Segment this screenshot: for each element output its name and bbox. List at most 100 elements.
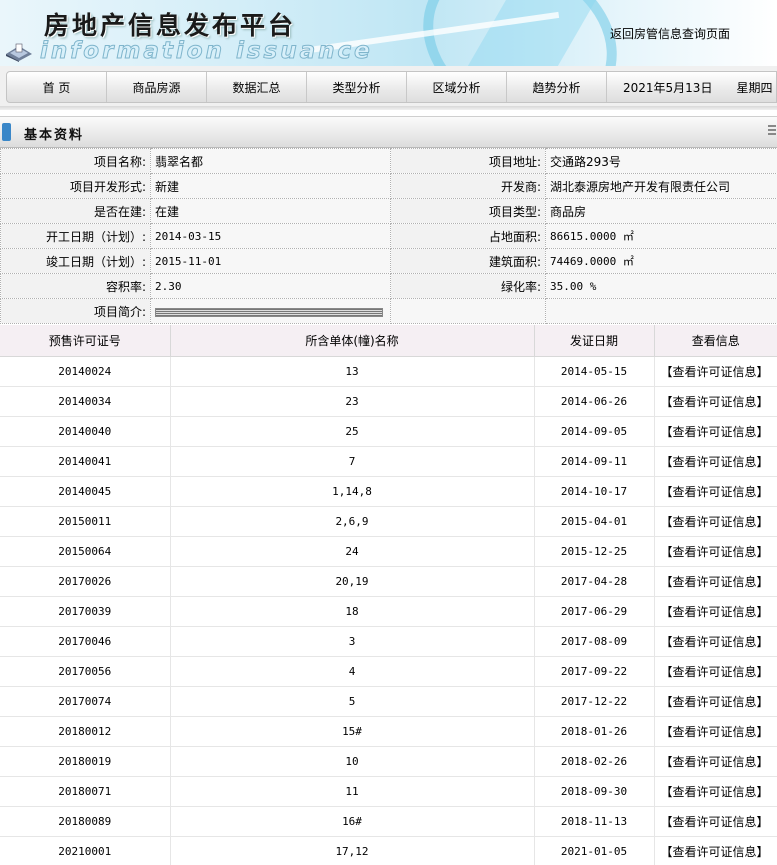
table-row: 20180012 15# 2018-01-26 【查看许可证信息】 <box>0 716 777 747</box>
end-date-label: 竣工日期（计划）: <box>0 248 151 274</box>
issue-date: 2017-06-29 <box>533 596 654 627</box>
far-value: 2.30 <box>150 273 391 299</box>
main-nav: 首 页 商品房源 数据汇总 类型分析 区域分析 趋势分析 2021年5月13日 … <box>6 71 777 103</box>
view-permit-cell: 【查看许可证信息】 <box>653 716 777 747</box>
view-permit-link[interactable]: 【查看许可证信息】 <box>661 845 769 859</box>
building-area-label: 建筑面积: <box>390 248 546 274</box>
intro-placeholder-bar <box>155 307 383 317</box>
building-names: 1,14,8 <box>169 476 534 507</box>
dev-form-value: 新建 <box>150 173 391 199</box>
info-row: 竣工日期（计划）: 2015-11-01 建筑面积: 74469.0000 ㎡ <box>0 248 777 274</box>
project-type-label: 项目类型: <box>390 198 546 224</box>
table-row: 20170039 18 2017-06-29 【查看许可证信息】 <box>0 596 777 627</box>
permit-number: 20180089 <box>0 806 170 837</box>
info-row: 项目简介: <box>0 298 777 324</box>
view-permit-link[interactable]: 【查看许可证信息】 <box>661 515 769 529</box>
info-row: 项目名称: 翡翠名都 项目地址: 交通路293号 <box>0 148 777 174</box>
building-area-value: 74469.0000 ㎡ <box>545 248 777 274</box>
nav-item-listings[interactable]: 商品房源 <box>107 72 207 102</box>
view-permit-cell: 【查看许可证信息】 <box>653 506 777 537</box>
info-row: 开工日期（计划）: 2014-03-15 占地面积: 86615.0000 ㎡ <box>0 223 777 249</box>
issue-date: 2014-05-15 <box>533 356 654 387</box>
end-date-value: 2015-11-01 <box>150 248 391 274</box>
header-permit-no: 预售许可证号 <box>0 325 170 357</box>
empty-cell <box>390 298 546 324</box>
table-row: 20180019 10 2018-02-26 【查看许可证信息】 <box>0 746 777 777</box>
table-row: 20170056 4 2017-09-22 【查看许可证信息】 <box>0 656 777 687</box>
table-row: 20180089 16# 2018-11-13 【查看许可证信息】 <box>0 806 777 837</box>
permit-number: 20140041 <box>0 446 170 477</box>
view-permit-link[interactable]: 【查看许可证信息】 <box>661 695 769 709</box>
issue-date: 2018-11-13 <box>533 806 654 837</box>
permit-number: 20150011 <box>0 506 170 537</box>
table-row: 20140040 25 2014-09-05 【查看许可证信息】 <box>0 416 777 447</box>
building-names: 3 <box>169 626 534 657</box>
building-names: 10 <box>169 746 534 777</box>
view-permit-link[interactable]: 【查看许可证信息】 <box>661 485 769 499</box>
building-names: 23 <box>169 386 534 417</box>
view-permit-link[interactable]: 【查看许可证信息】 <box>661 605 769 619</box>
nav-item-region-analysis[interactable]: 区域分析 <box>407 72 507 102</box>
land-area-value: 86615.0000 ㎡ <box>545 223 777 249</box>
view-permit-link[interactable]: 【查看许可证信息】 <box>661 425 769 439</box>
view-permit-link[interactable]: 【查看许可证信息】 <box>661 665 769 679</box>
info-row: 容积率: 2.30 绿化率: 35.00 % <box>0 273 777 299</box>
permits-table: 预售许可证号 所含单体(幢)名称 发证日期 查看信息 20140024 13 201… <box>0 325 777 865</box>
view-permit-cell: 【查看许可证信息】 <box>653 596 777 627</box>
view-permit-cell: 【查看许可证信息】 <box>653 806 777 837</box>
return-link[interactable]: 返回房管信息查询页面 <box>610 25 730 42</box>
permit-number: 20170046 <box>0 626 170 657</box>
view-permit-link[interactable]: 【查看许可证信息】 <box>661 455 769 469</box>
project-name-value: 翡翠名都 <box>150 148 391 174</box>
permit-number: 20180012 <box>0 716 170 747</box>
project-type-value: 商品房 <box>545 198 777 224</box>
nav-item-trend-analysis[interactable]: 趋势分析 <box>507 72 607 102</box>
issue-date: 2015-12-25 <box>533 536 654 567</box>
building-names: 24 <box>169 536 534 567</box>
issue-date: 2015-04-01 <box>533 506 654 537</box>
section-header: 基本资料 <box>0 116 777 148</box>
view-permit-link[interactable]: 【查看许可证信息】 <box>661 815 769 829</box>
nav-item-data-summary[interactable]: 数据汇总 <box>207 72 307 102</box>
dev-form-label: 项目开发形式: <box>0 173 151 199</box>
building-names: 5 <box>169 686 534 717</box>
view-permit-link[interactable]: 【查看许可证信息】 <box>661 395 769 409</box>
permit-number: 20140045 <box>0 476 170 507</box>
current-weekday: 星期四 <box>736 80 773 95</box>
nav-bar-container: 首 页 商品房源 数据汇总 类型分析 区域分析 趋势分析 2021年5月13日 … <box>0 66 777 110</box>
header-view-info: 查看信息 <box>653 325 777 357</box>
permit-number: 20170056 <box>0 656 170 687</box>
view-permit-link[interactable]: 【查看许可证信息】 <box>661 725 769 739</box>
permit-number: 20140024 <box>0 356 170 387</box>
permit-number: 20140034 <box>0 386 170 417</box>
developer-value: 湖北泰源房地产开发有限责任公司 <box>545 173 777 199</box>
developer-label: 开发商: <box>390 173 546 199</box>
view-permit-link[interactable]: 【查看许可证信息】 <box>661 365 769 379</box>
table-row: 20140041 7 2014-09-11 【查看许可证信息】 <box>0 446 777 477</box>
view-permit-link[interactable]: 【查看许可证信息】 <box>661 545 769 559</box>
issue-date: 2021-01-05 <box>533 836 654 865</box>
table-row: 20170074 5 2017-12-22 【查看许可证信息】 <box>0 686 777 717</box>
current-date: 2021年5月13日 <box>623 80 713 95</box>
building-names: 15# <box>169 716 534 747</box>
view-permit-cell: 【查看许可证信息】 <box>653 686 777 717</box>
site-banner: 房地产信息发布平台 information issuance 返回房管信息查询页… <box>0 0 777 66</box>
view-permit-cell: 【查看许可证信息】 <box>653 566 777 597</box>
green-rate-value: 35.00 % <box>545 273 777 299</box>
in-construction-value: 在建 <box>150 198 391 224</box>
view-permit-link[interactable]: 【查看许可证信息】 <box>661 635 769 649</box>
site-title: 房地产信息发布平台 <box>44 11 297 40</box>
permit-number: 20150064 <box>0 536 170 567</box>
permit-number: 20210001 <box>0 836 170 865</box>
permit-number: 20180019 <box>0 746 170 777</box>
view-permit-cell: 【查看许可证信息】 <box>653 656 777 687</box>
nav-item-type-analysis[interactable]: 类型分析 <box>307 72 407 102</box>
table-row: 20180071 11 2018-09-30 【查看许可证信息】 <box>0 776 777 807</box>
info-row: 是否在建: 在建 项目类型: 商品房 <box>0 198 777 224</box>
permit-number: 20170026 <box>0 566 170 597</box>
view-permit-link[interactable]: 【查看许可证信息】 <box>661 575 769 589</box>
view-permit-link[interactable]: 【查看许可证信息】 <box>661 785 769 799</box>
view-permit-cell: 【查看许可证信息】 <box>653 776 777 807</box>
view-permit-link[interactable]: 【查看许可证信息】 <box>661 755 769 769</box>
nav-item-home[interactable]: 首 页 <box>7 72 107 102</box>
